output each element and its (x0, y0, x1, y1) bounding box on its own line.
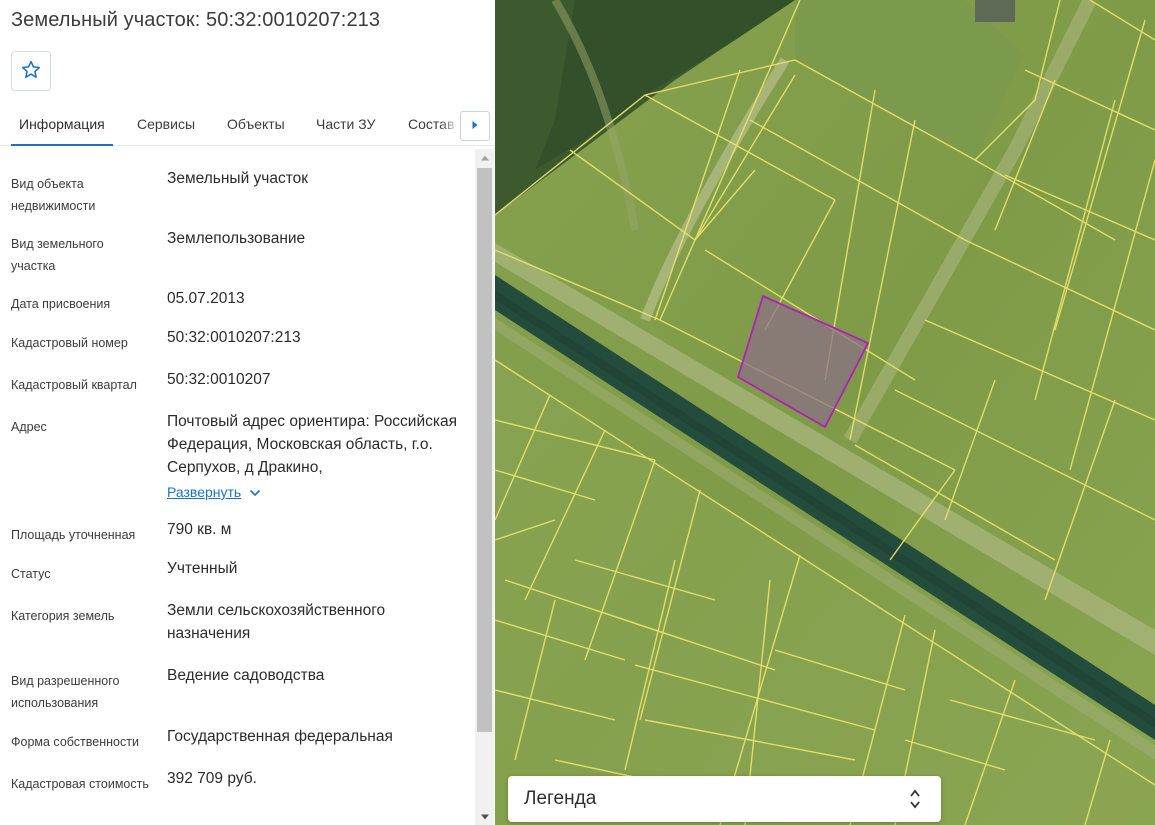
scroll-up-arrow[interactable] (475, 149, 494, 166)
info-row-value: Земельный участок (167, 170, 309, 187)
tab-services[interactable]: Сервисы (137, 104, 195, 146)
info-row-value: Земли сельскохозяйственного назначения (167, 602, 386, 642)
info-row-value: 50:32:0010207:213 (167, 329, 301, 346)
info-panel: Земельный участок: 50:32:0010207:213 Инф… (0, 0, 495, 825)
expand-label: Развернуть (167, 484, 242, 500)
info-row-label: Вид разрешенного использования (11, 674, 120, 710)
info-row-label: Площадь уточненная (11, 528, 136, 542)
info-row-value: 50:32:0010207 (167, 371, 271, 388)
tab-land-parts[interactable]: Части ЗУ (316, 104, 375, 146)
info-row-value: Ведение садоводства (167, 667, 325, 684)
satellite-map[interactable] (495, 0, 1155, 825)
page-title: Земельный участок: 50:32:0010207:213 (11, 9, 381, 31)
address-text: Почтовый адрес ориентира: Российская Фед… (167, 413, 458, 476)
expand-address-link[interactable]: Развернуть (167, 481, 261, 504)
info-row-label: Кадастровая стоимость (11, 777, 149, 791)
scrollbar-thumb[interactable] (477, 168, 492, 732)
info-row-label: Кадастровый квартал (11, 378, 137, 392)
info-row-value: Землепользование (167, 230, 306, 247)
tab-information[interactable]: Информация (11, 104, 113, 146)
chevron-down-icon (249, 481, 261, 504)
legend-dropdown[interactable]: Легенда (508, 776, 941, 822)
info-row-label: Вид объекта недвижимости (11, 177, 96, 213)
info-row-label: Дата присвоения (11, 297, 111, 311)
info-row-value: Почтовый адрес ориентира: Российская Фед… (167, 410, 467, 504)
scroll-down-arrow[interactable] (475, 808, 494, 825)
favorite-button[interactable] (11, 51, 51, 91)
info-row-label: Статус (11, 567, 51, 581)
info-row-value: 790 кв. м (167, 521, 232, 538)
tab-objects[interactable]: Объекты (227, 104, 285, 146)
tabs-scroll-right-button[interactable] (460, 111, 490, 141)
legend-label: Легенда (524, 788, 597, 809)
info-list: Вид объекта недвижимости Земельный участ… (0, 146, 475, 825)
info-row-label: Вид земельного участка (11, 237, 104, 273)
info-row-label: Кадастровый номер (11, 336, 128, 350)
info-row-label: Форма собственности (11, 735, 139, 749)
caret-right-icon (471, 117, 479, 135)
tab-bar: Информация Сервисы Объекты Части ЗУ Сост… (0, 104, 495, 146)
info-row-label: Категория земель (11, 609, 115, 623)
info-row-value: 05.07.2013 (167, 290, 245, 307)
expand-collapse-icon (909, 788, 921, 810)
map-view[interactable] (495, 0, 1155, 825)
info-row-label: Адрес (11, 420, 47, 434)
star-outline-icon (20, 59, 42, 84)
info-row-value: 392 709 руб. (167, 770, 257, 787)
info-row-value: Государственная федеральная (167, 728, 393, 745)
info-row-value: Учтенный (167, 560, 238, 577)
